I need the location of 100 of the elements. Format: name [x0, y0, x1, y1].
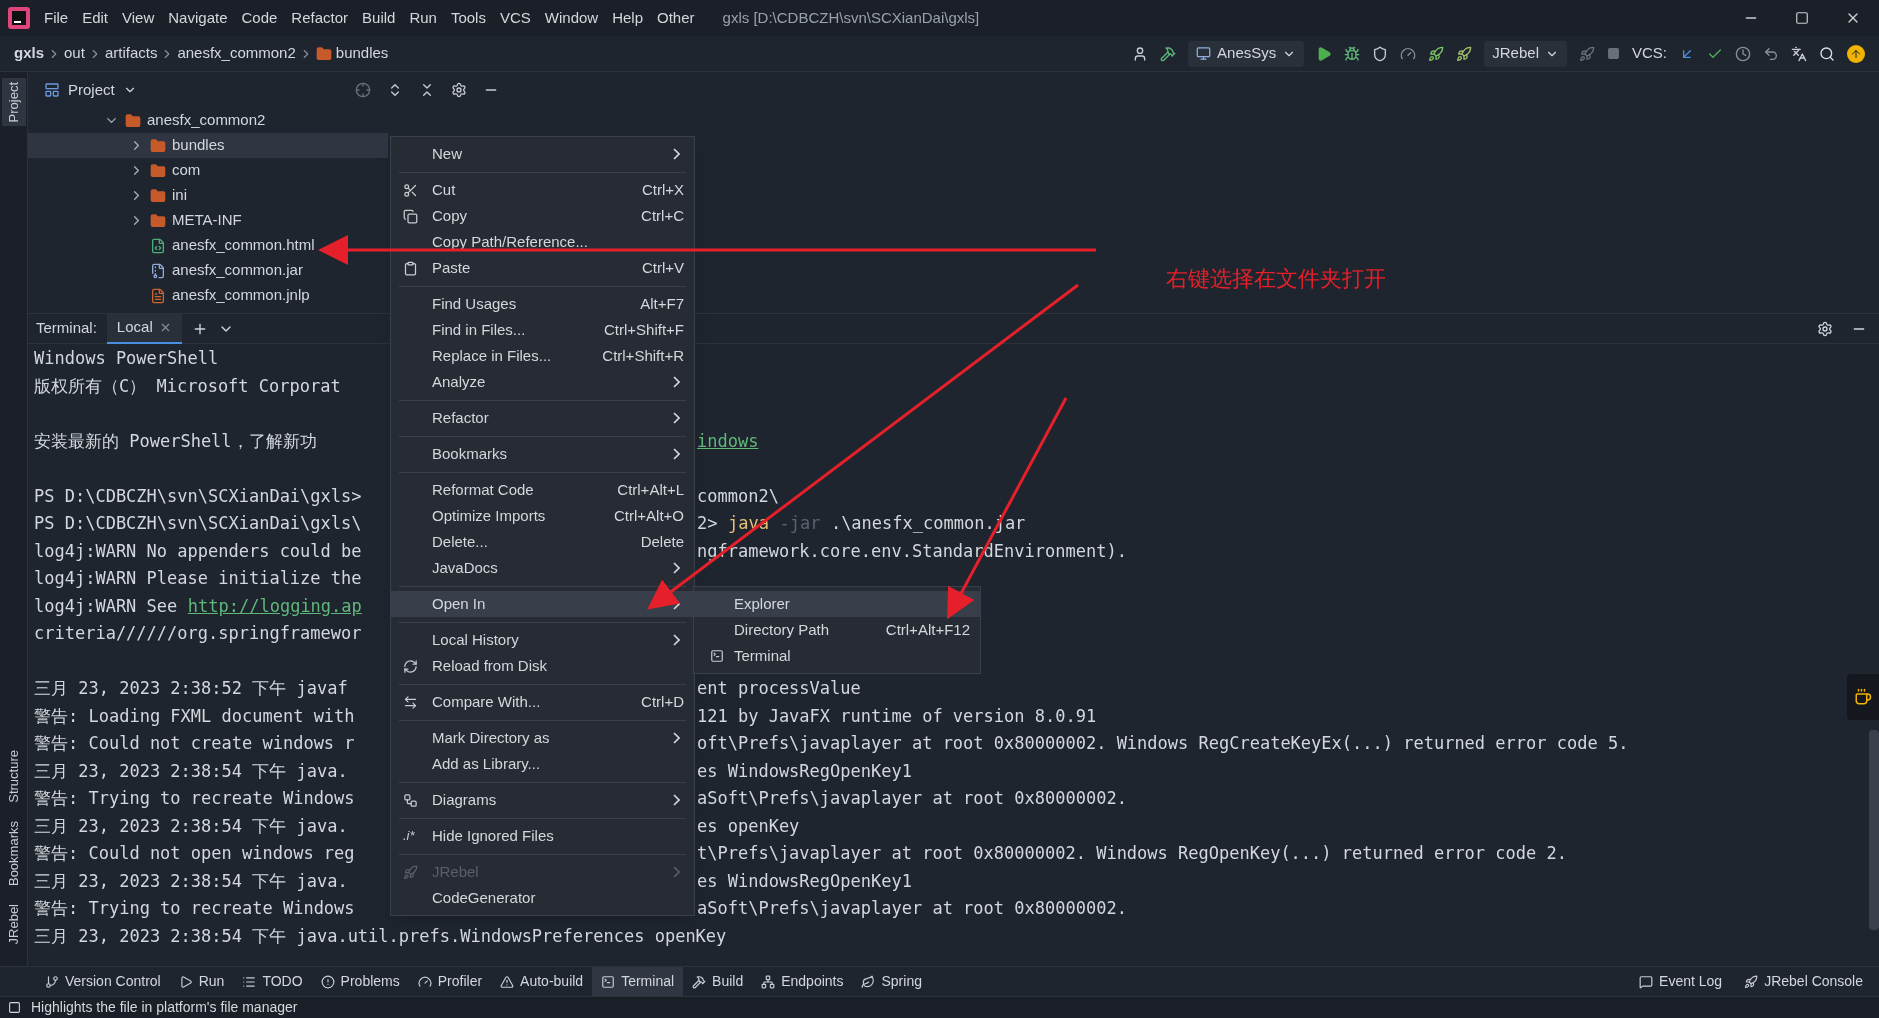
jrebel-dropdown[interactable]: JRebel: [1484, 40, 1567, 67]
menu-item[interactable]: Explorer: [694, 591, 980, 617]
tool-window-tab[interactable]: TODO: [233, 966, 312, 997]
translate-icon[interactable]: [1791, 45, 1807, 62]
menu-item[interactable]: Diagrams: [391, 787, 694, 813]
panel-toggle-icon[interactable]: [8, 1001, 21, 1014]
menu-item[interactable]: Mark Directory as: [391, 725, 694, 751]
tree-item[interactable]: anesfx_common2: [147, 109, 266, 132]
panel-title[interactable]: Project: [68, 78, 115, 102]
play-icon[interactable]: [1316, 45, 1333, 62]
rocket-icon[interactable]: [1579, 45, 1595, 62]
bug-icon[interactable]: [1344, 45, 1361, 62]
menu-item[interactable]: Find Usages Alt+F7: [391, 291, 694, 317]
clock-icon[interactable]: [1735, 45, 1751, 62]
tool-window-tab[interactable]: Problems: [311, 966, 409, 997]
menu-item[interactable]: Tools: [450, 6, 486, 30]
menu-item[interactable]: Other: [657, 6, 695, 30]
tool-window-tab[interactable]: Run: [169, 966, 234, 997]
menu-item[interactable]: Reload from Disk: [391, 653, 694, 679]
menu-item[interactable]: Delete... Delete: [391, 529, 694, 555]
menu-item[interactable]: Bookmarks: [391, 441, 694, 467]
menu-item[interactable]: Window: [544, 6, 599, 30]
tool-window-tab[interactable]: Spring: [852, 966, 931, 997]
undo-icon[interactable]: [1763, 45, 1779, 62]
settings-icon[interactable]: [1817, 320, 1833, 337]
menu-item[interactable]: CodeGenerator: [391, 885, 694, 911]
tool-window-tab[interactable]: Version Control: [36, 966, 170, 997]
menu-item[interactable]: Find in Files... Ctrl+Shift+F: [391, 317, 694, 343]
tree-row[interactable]: anesfx_common.html: [28, 233, 388, 258]
side-tool-tab[interactable]: JRebel: [1, 899, 26, 948]
rocket-icon[interactable]: [1428, 45, 1445, 62]
breadcrumb-item[interactable]: gxls: [14, 42, 44, 65]
maximize-icon[interactable]: [1795, 11, 1809, 25]
tool-window-tab[interactable]: Build: [683, 966, 753, 997]
menu-item[interactable]: Navigate: [168, 6, 228, 30]
terminal-text: es openKey: [697, 814, 800, 838]
menu-item[interactable]: Optimize Imports Ctrl+Alt+O: [391, 503, 694, 529]
terminal-link[interactable]: indows: [697, 427, 759, 455]
menu-item[interactable]: Refactor: [291, 6, 349, 30]
stop-icon[interactable]: [1607, 47, 1620, 60]
terminal-text: 警告: Trying to recreate Windows: [34, 897, 355, 920]
shield-icon[interactable]: [1372, 45, 1389, 62]
menu-item[interactable]: Cut Ctrl+X: [391, 177, 694, 203]
rocket-icon[interactable]: [1456, 45, 1473, 62]
tree-row[interactable]: com: [28, 158, 388, 183]
locate-icon[interactable]: [354, 82, 371, 98]
menu-item[interactable]: Build: [362, 6, 396, 30]
hammer-icon[interactable]: [1160, 45, 1177, 62]
menu-item[interactable]: Directory Path Ctrl+Alt+F12: [694, 617, 980, 643]
menu-item[interactable]: Open In: [391, 591, 694, 617]
menu-item[interactable]: Help: [612, 6, 644, 30]
menu-item[interactable]: File: [44, 6, 69, 30]
settings-icon[interactable]: [450, 82, 467, 98]
menu-item[interactable]: Compare With... Ctrl+D: [391, 689, 694, 715]
tool-window-tab[interactable]: Endpoints: [752, 966, 853, 997]
run-config-dropdown[interactable]: AnesSys: [1188, 40, 1305, 67]
terminal-text: 警告: Could not create windows r: [34, 732, 355, 755]
tree-row[interactable]: anesfx_common.jar: [28, 258, 388, 283]
side-tool-tab[interactable]: Structure: [1, 745, 26, 807]
menu-item[interactable]: Terminal: [694, 643, 980, 669]
floating-panel-tab[interactable]: [1847, 674, 1879, 720]
menu-item[interactable]: Code: [241, 6, 278, 30]
menu-item[interactable]: Local History: [391, 627, 694, 653]
menu-item[interactable]: .i* Hide Ignored Files: [391, 823, 694, 849]
menu-item[interactable]: Add as Library...: [391, 751, 694, 777]
tree-row[interactable]: META-INF: [28, 208, 388, 233]
scrollbar[interactable]: [1869, 730, 1879, 930]
tree-row[interactable]: anesfx_common.jnlp: [28, 283, 388, 308]
breadcrumb-item[interactable]: artifacts: [104, 42, 158, 65]
tool-window-tab[interactable]: Auto-build: [491, 966, 593, 997]
breadcrumb-item[interactable]: out: [64, 42, 85, 65]
update-badge-icon[interactable]: [1847, 44, 1865, 63]
tool-window-tab[interactable]: JRebel Console: [1744, 971, 1863, 992]
terminal-link[interactable]: http://logging.ap: [187, 592, 362, 620]
menu-item[interactable]: Copy Path/Reference...: [391, 229, 694, 255]
menu-item[interactable]: New: [391, 141, 694, 167]
menu-item[interactable]: Run: [409, 6, 437, 30]
side-tool-tab[interactable]: Bookmarks: [1, 816, 26, 890]
menu-item[interactable]: View: [122, 6, 155, 30]
tree-row[interactable]: bundles: [28, 133, 388, 158]
terminal-text: -jar: [779, 512, 821, 535]
menu-item[interactable]: VCS: [499, 6, 531, 30]
terminal-tab[interactable]: Local: [106, 313, 182, 344]
tool-window-tab[interactable]: Event Log: [1639, 971, 1723, 992]
tool-window-tab[interactable]: Terminal: [592, 966, 684, 997]
breadcrumb-item[interactable]: bundles: [335, 42, 389, 65]
search-icon[interactable]: [1819, 45, 1835, 62]
menu-item[interactable]: Paste Ctrl+V: [391, 255, 694, 281]
menu-item[interactable]: Copy Ctrl+C: [391, 203, 694, 229]
tool-window-tab[interactable]: Profiler: [408, 966, 492, 997]
menu-item[interactable]: JavaDocs: [391, 555, 694, 581]
menu-item[interactable]: Replace in Files... Ctrl+Shift+R: [391, 343, 694, 369]
menu-item[interactable]: Reformat Code Ctrl+Alt+L: [391, 477, 694, 503]
menu-item[interactable]: Refactor: [391, 405, 694, 431]
breadcrumb-item[interactable]: anesfx_common2: [177, 42, 296, 65]
tree-row[interactable]: ini: [28, 183, 388, 208]
side-tool-tab[interactable]: Project: [1, 78, 26, 127]
gauge-icon[interactable]: [1400, 45, 1417, 62]
menu-item[interactable]: Edit: [82, 6, 109, 30]
menu-item[interactable]: Analyze: [391, 369, 694, 395]
